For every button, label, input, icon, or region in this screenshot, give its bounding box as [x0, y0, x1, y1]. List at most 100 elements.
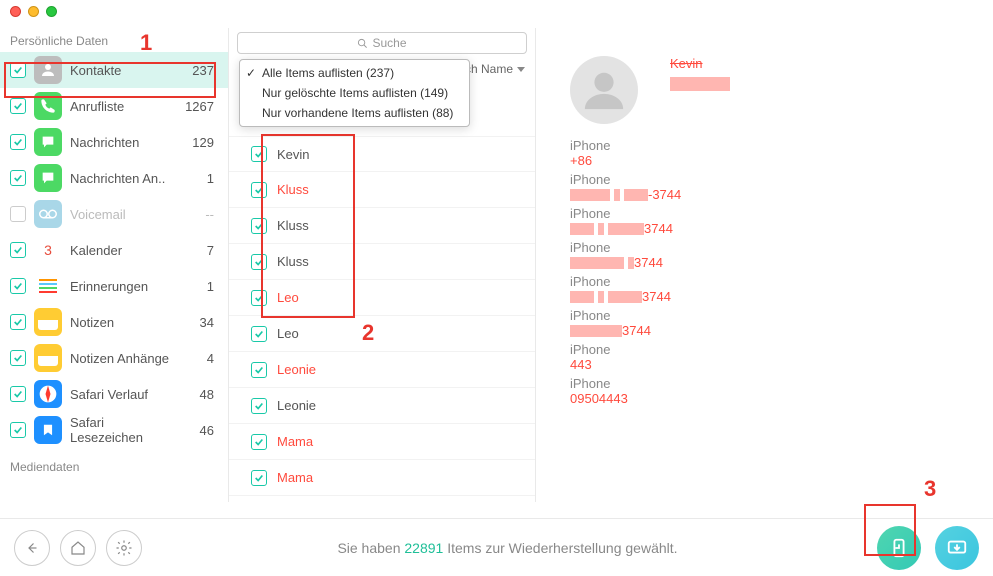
field-label: iPhone — [570, 138, 993, 153]
sidebar-item-count: 129 — [184, 135, 218, 150]
avatar — [570, 56, 638, 124]
contact-row[interactable]: Leo — [229, 316, 535, 352]
contact-row[interactable]: Kluss — [229, 172, 535, 208]
home-button[interactable] — [60, 530, 96, 566]
contact-row[interactable]: Kluss — [229, 208, 535, 244]
field-label: iPhone — [570, 172, 993, 187]
sidebar-item-contacts[interactable]: Kontakte237 — [0, 52, 228, 88]
section-header-media: Mediendaten — [0, 454, 228, 478]
annotation-label-1: 1 — [140, 30, 152, 56]
contact-row[interactable]: Leonie — [229, 388, 535, 424]
sidebar-item-count: 7 — [184, 243, 218, 258]
checkbox[interactable] — [10, 422, 26, 438]
chevron-down-icon — [517, 67, 525, 72]
redacted-field-value: 3744 — [570, 221, 993, 236]
contact-row[interactable]: Mama — [229, 460, 535, 496]
sidebar-item-safari[interactable]: Safari Verlauf48 — [0, 376, 228, 412]
sidebar-item-count: 1267 — [184, 99, 218, 114]
checkbox[interactable] — [10, 170, 26, 186]
redacted-field-value: 3744 — [570, 323, 993, 338]
checkbox[interactable] — [251, 146, 267, 162]
contact-row[interactable]: Leo — [229, 280, 535, 316]
checkbox[interactable] — [251, 326, 267, 342]
sidebar-item-message[interactable]: Nachrichten129 — [0, 124, 228, 160]
minimize-window-button[interactable] — [28, 6, 39, 17]
checkbox[interactable] — [10, 386, 26, 402]
phone-icon — [34, 92, 62, 120]
checkbox[interactable] — [251, 362, 267, 378]
field-value: +86 — [570, 153, 993, 168]
bottom-bar: Sie haben 22891 Items zur Wiederherstell… — [0, 518, 993, 576]
search-placeholder: Suche — [372, 36, 406, 50]
checkbox[interactable] — [10, 62, 26, 78]
checkbox[interactable] — [251, 254, 267, 270]
redacted-field-value: -3744 — [570, 187, 993, 202]
notes-att-icon — [34, 344, 62, 372]
checkbox[interactable] — [251, 218, 267, 234]
checkbox[interactable] — [251, 182, 267, 198]
sidebar-item-label: Notizen Anhänge — [70, 351, 176, 366]
traffic-lights — [10, 6, 57, 17]
contact-row[interactable]: Kluss — [229, 244, 535, 280]
contact-row[interactable]: Kevin — [229, 136, 535, 172]
checkbox[interactable] — [10, 350, 26, 366]
zoom-window-button[interactable] — [46, 6, 57, 17]
contact-name: Kevin — [277, 147, 310, 162]
status-text: Sie haben 22891 Items zur Wiederherstell… — [152, 540, 863, 556]
contact-row[interactable]: Leonie — [229, 352, 535, 388]
contact-name: Leonie — [277, 362, 316, 377]
search-input[interactable]: Suche — [237, 32, 527, 54]
sidebar-item-message-att[interactable]: Nachrichten An..1 — [0, 160, 228, 196]
sidebar-item-count: 34 — [184, 315, 218, 330]
section-header-personal: Persönliche Daten — [0, 28, 228, 52]
field-label: iPhone — [570, 342, 993, 357]
field-label: iPhone — [570, 206, 993, 221]
checkbox[interactable] — [251, 470, 267, 486]
checkbox[interactable] — [10, 242, 26, 258]
checkbox[interactable] — [251, 434, 267, 450]
recover-to-device-button[interactable] — [877, 526, 921, 570]
contact-name: Kluss — [277, 182, 309, 197]
contact-row[interactable]: Mama — [229, 496, 535, 502]
sidebar-item-calendar[interactable]: 3Kalender7 — [0, 232, 228, 268]
checkbox[interactable] — [10, 314, 26, 330]
contact-name: Leo — [277, 290, 299, 305]
contacts-icon — [34, 56, 62, 84]
field-label: iPhone — [570, 274, 993, 289]
recover-to-computer-button[interactable] — [935, 526, 979, 570]
dropdown-option[interactable]: Nur vorhandene Items auflisten (88) — [240, 103, 469, 123]
annotation-label-2: 2 — [362, 320, 374, 346]
sidebar-item-bookmark[interactable]: Safari Lesezeichen46 — [0, 412, 228, 448]
checkbox[interactable] — [10, 278, 26, 294]
sidebar-item-notes-att[interactable]: Notizen Anhänge4 — [0, 340, 228, 376]
checkbox[interactable] — [251, 398, 267, 414]
checkbox[interactable] — [10, 98, 26, 114]
sidebar-item-voicemail[interactable]: Voicemail-- — [0, 196, 228, 232]
dropdown-option[interactable]: Nur gelöschte Items auflisten (149) — [240, 83, 469, 103]
device-recover-icon — [888, 537, 910, 559]
contact-name: Leo — [277, 326, 299, 341]
sidebar-item-count: 48 — [184, 387, 218, 402]
annotation-label-3: 3 — [924, 476, 936, 502]
dropdown-option[interactable]: Alle Items auflisten (237) — [240, 63, 469, 83]
person-icon — [581, 67, 627, 113]
sidebar-item-notes[interactable]: Notizen 34 — [0, 304, 228, 340]
contact-name: Kluss — [277, 254, 309, 269]
sidebar-item-count: 1 — [184, 171, 218, 186]
computer-recover-icon — [946, 537, 968, 559]
gear-icon — [115, 539, 133, 557]
close-window-button[interactable] — [10, 6, 21, 17]
checkbox[interactable] — [10, 134, 26, 150]
checkbox[interactable] — [251, 290, 267, 306]
sidebar-item-phone[interactable]: Anrufliste1267 — [0, 88, 228, 124]
notes-icon — [34, 308, 62, 336]
contact-row[interactable]: Mama — [229, 424, 535, 460]
sidebar-item-label: Notizen — [70, 315, 176, 330]
filter-dropdown-menu: Alle Items auflisten (237) Nur gelöschte… — [239, 59, 470, 127]
checkbox[interactable] — [10, 206, 26, 222]
settings-button[interactable] — [106, 530, 142, 566]
sidebar-item-reminders[interactable]: Erinnerungen1 — [0, 268, 228, 304]
back-button[interactable] — [14, 530, 50, 566]
redacted-field-value: 3744 — [570, 255, 993, 270]
safari-icon — [34, 380, 62, 408]
